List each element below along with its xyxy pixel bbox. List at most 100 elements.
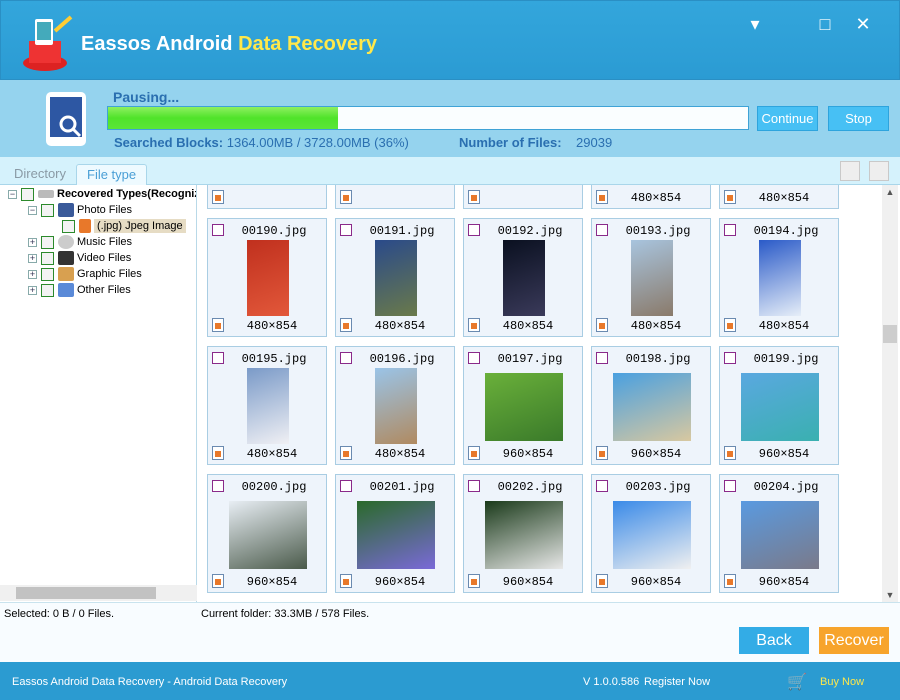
thumbnail-card[interactable] (463, 185, 583, 209)
thumbnail-card[interactable] (335, 185, 455, 209)
image-dimensions: 960×854 (246, 575, 298, 589)
thumbnail-image (741, 373, 819, 441)
app-title-highlight: Data Recovery (238, 33, 378, 55)
thumbnail-card[interactable]: 00204.jpg 960×854 (719, 474, 839, 593)
tree-label: Graphic Files (77, 268, 142, 280)
tree-horizontal-scrollbar[interactable] (0, 585, 197, 601)
continue-button[interactable]: Continue (757, 106, 818, 131)
image-file-icon (340, 190, 352, 204)
stop-button[interactable]: Stop (828, 106, 889, 131)
checkbox[interactable] (41, 235, 54, 249)
number-of-files: Number of Files: 29039 (459, 135, 612, 150)
app-title: Eassos Android Data Recovery (81, 33, 377, 56)
file-name: 00196.jpg (369, 352, 435, 366)
checkbox[interactable] (62, 219, 75, 233)
file-name: 00202.jpg (497, 480, 563, 494)
tree-item-jpeg[interactable]: (.jpg) Jpeg Image (62, 218, 186, 234)
tree-item-graphic-files[interactable]: + Graphic Files (28, 266, 142, 282)
thumbnail-card[interactable]: 00198.jpg 960×854 (591, 346, 711, 465)
image-dimensions: 960×854 (630, 447, 682, 461)
searched-blocks: Searched Blocks: 1364.00MB / 3728.00MB (… (114, 135, 409, 150)
thumbnail-card[interactable]: 480×854 (591, 185, 711, 209)
thumbnail-card[interactable] (207, 185, 327, 209)
tree-label: Other Files (77, 284, 131, 296)
register-now-link[interactable]: Register Now (644, 676, 710, 688)
scrollbar-thumb[interactable] (16, 587, 156, 599)
tree-item-music-files[interactable]: + Music Files (28, 234, 132, 250)
checkbox[interactable] (41, 267, 54, 281)
title-bar: Eassos Android Data Recovery ▾ □ ✕ (0, 0, 900, 80)
file-type-tree: − Recovered Types(Recognized) − Photo File… (0, 185, 197, 602)
image-dimensions: 480×854 (758, 319, 810, 333)
thumbnail-image (247, 240, 289, 316)
thumbnail-card[interactable]: 00203.jpg 960×854 (591, 474, 711, 593)
tree-root[interactable]: − Recovered Types(Recognized) (8, 186, 196, 202)
thumbnail-card[interactable]: 00197.jpg 960×854 (463, 346, 583, 465)
file-name: 00192.jpg (497, 224, 563, 238)
expand-icon[interactable]: + (28, 269, 37, 279)
thumbnail-image (503, 240, 545, 316)
thumbnail-image (613, 501, 691, 569)
checkbox[interactable] (41, 203, 54, 217)
thumbnail-view-icon[interactable] (840, 161, 860, 181)
thumbnail-image (375, 368, 417, 444)
tree-item-photo-files[interactable]: − Photo Files (28, 202, 132, 218)
thumbnail-image (759, 240, 801, 316)
footer-app-name: Eassos Android Data Recovery - Android D… (12, 676, 288, 688)
thumbnail-card[interactable]: 00192.jpg 480×854 (463, 218, 583, 337)
scroll-down-icon[interactable]: ▼ (882, 590, 898, 600)
grid-vertical-scrollbar[interactable]: ▲ ▼ (882, 185, 898, 602)
checkbox[interactable] (21, 187, 34, 201)
thumbnail-card[interactable]: 480×854 (719, 185, 839, 209)
thumbnail-image (741, 501, 819, 569)
file-name: 00197.jpg (497, 352, 563, 366)
file-name: 00200.jpg (241, 480, 307, 494)
menu-button[interactable]: ▾ (743, 13, 767, 35)
collapse-icon[interactable]: − (8, 189, 17, 199)
expand-icon[interactable]: + (28, 285, 37, 295)
maximize-button[interactable]: □ (813, 13, 837, 35)
thumbnail-card[interactable]: 00202.jpg 960×854 (463, 474, 583, 593)
thumbnail-card[interactable]: 00196.jpg 480×854 (335, 346, 455, 465)
tree-item-other-files[interactable]: + Other Files (28, 282, 131, 298)
thumbnail-image (375, 240, 417, 316)
back-button[interactable]: Back (739, 627, 809, 654)
scrollbar-thumb[interactable] (883, 325, 897, 343)
tree-item-video-files[interactable]: + Video Files (28, 250, 131, 266)
expand-icon[interactable]: + (28, 237, 37, 247)
checkbox[interactable] (41, 251, 54, 265)
file-name: 00195.jpg (241, 352, 307, 366)
phone-search-icon (46, 92, 86, 146)
image-file-icon (468, 190, 480, 204)
image-dimensions: 480×854 (758, 191, 810, 205)
scroll-up-icon[interactable]: ▲ (882, 187, 898, 197)
searched-label: Searched Blocks: (114, 135, 224, 150)
thumbnail-card[interactable]: 00195.jpg 480×854 (207, 346, 327, 465)
tree-label: Photo Files (77, 204, 133, 216)
thumbnail-card[interactable]: 00190.jpg 480×854 (207, 218, 327, 337)
collapse-icon[interactable]: − (28, 205, 37, 215)
thumbnail-card[interactable]: 00199.jpg 960×854 (719, 346, 839, 465)
tree-label: Recovered Types(Recognized) (57, 188, 196, 200)
list-view-icon[interactable] (869, 161, 889, 181)
tab-file-type[interactable]: File type (76, 164, 148, 185)
close-button[interactable]: ✕ (851, 13, 875, 35)
recover-button[interactable]: Recover (819, 627, 889, 654)
file-name: 00199.jpg (753, 352, 819, 366)
thumbnail-image (229, 501, 307, 569)
thumbnail-card[interactable]: 00194.jpg 480×854 (719, 218, 839, 337)
buy-now-link[interactable]: Buy Now (820, 676, 864, 688)
tab-directory[interactable]: Directory (4, 164, 76, 185)
thumbnail-card[interactable]: 00191.jpg 480×854 (335, 218, 455, 337)
tree-label: (.jpg) Jpeg Image (94, 219, 186, 233)
scan-progress-panel: Pausing... Searched Blocks: 1364.00MB / … (0, 80, 900, 157)
thumbnail-card[interactable]: 00200.jpg 960×854 (207, 474, 327, 593)
thumbnail-card[interactable]: 00193.jpg 480×854 (591, 218, 711, 337)
thumbnail-card[interactable]: 00201.jpg 960×854 (335, 474, 455, 593)
thumbnail-image (357, 501, 435, 569)
cart-icon[interactable]: 🛒 (787, 672, 807, 692)
thumbnail-image (485, 501, 563, 569)
checkbox[interactable] (41, 283, 54, 297)
selected-info: Selected: 0 B / 0 Files. (4, 608, 115, 620)
expand-icon[interactable]: + (28, 253, 37, 263)
